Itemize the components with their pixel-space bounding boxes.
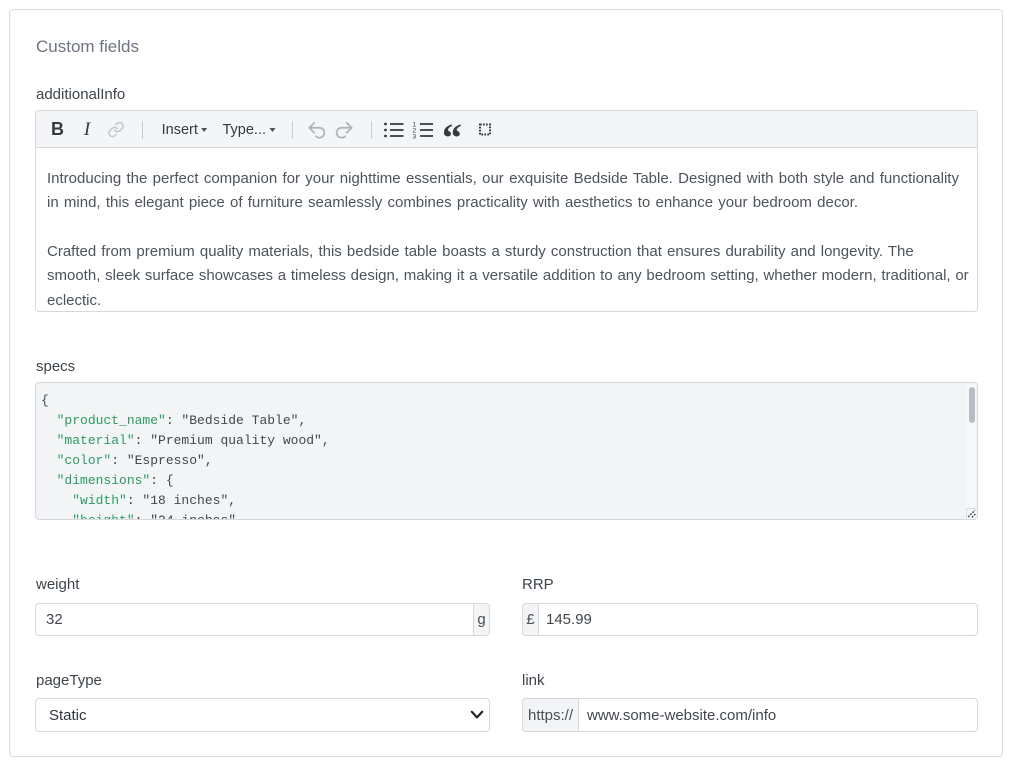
svg-text:3: 3 <box>413 133 417 139</box>
